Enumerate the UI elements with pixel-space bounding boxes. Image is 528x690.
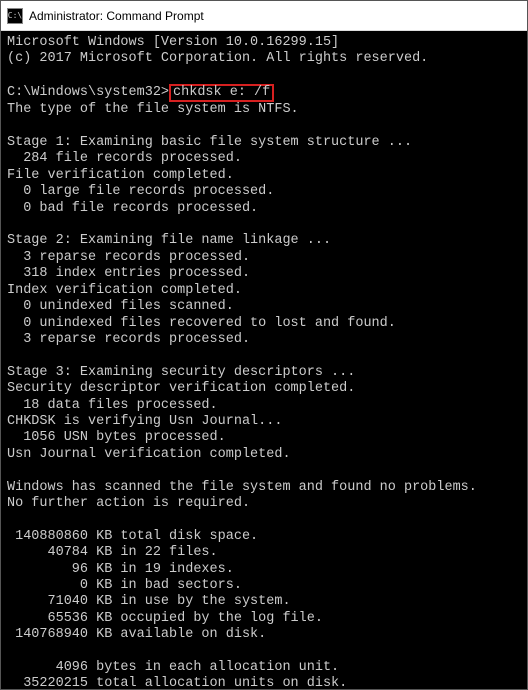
stage-title: Stage 1: Examining basic file system str… <box>7 135 412 150</box>
output-line: 0 large file records processed. <box>7 184 274 199</box>
output-line: No further action is required. <box>7 496 250 511</box>
disk-stat: 0 KB in bad sectors. <box>7 578 242 593</box>
console-output[interactable]: Microsoft Windows [Version 10.0.16299.15… <box>1 31 527 689</box>
output-line: 0 bad file records processed. <box>7 201 258 216</box>
output-line: 3 reparse records processed. <box>7 332 250 347</box>
alloc-stat: 4096 bytes in each allocation unit. <box>7 660 339 675</box>
output-line: 1056 USN bytes processed. <box>7 430 226 445</box>
alloc-stat: 35220215 total allocation units on disk. <box>7 676 347 689</box>
header-line: Microsoft Windows [Version 10.0.16299.15… <box>7 35 339 50</box>
stage-title: Stage 2: Examining file name linkage ... <box>7 233 331 248</box>
output-line: Index verification completed. <box>7 283 242 298</box>
output-line: Windows has scanned the file system and … <box>7 480 477 495</box>
prompt: C:\Windows\system32> <box>7 85 169 100</box>
output-line: Usn Journal verification completed. <box>7 447 291 462</box>
output-line: CHKDSK is verifying Usn Journal... <box>7 414 282 429</box>
header-line: (c) 2017 Microsoft Corporation. All righ… <box>7 51 428 66</box>
output-line: File verification completed. <box>7 168 234 183</box>
disk-stat: 71040 KB in use by the system. <box>7 594 291 609</box>
highlighted-command: chkdsk e: /f <box>169 84 274 102</box>
window-title: Administrator: Command Prompt <box>29 9 204 23</box>
disk-stat: 65536 KB occupied by the log file. <box>7 611 323 626</box>
output-line: 0 unindexed files scanned. <box>7 299 234 314</box>
output-line: Security descriptor verification complet… <box>7 381 355 396</box>
output-line: 18 data files processed. <box>7 398 218 413</box>
output-line: The type of the file system is NTFS. <box>7 102 299 117</box>
disk-stat: 140768940 KB available on disk. <box>7 627 266 642</box>
output-line: 284 file records processed. <box>7 151 242 166</box>
output-line: 0 unindexed files recovered to lost and … <box>7 316 396 331</box>
output-line: 3 reparse records processed. <box>7 250 250 265</box>
disk-stat: 140880860 KB total disk space. <box>7 529 258 544</box>
stage-title: Stage 3: Examining security descriptors … <box>7 365 355 380</box>
titlebar[interactable]: C:\ Administrator: Command Prompt <box>1 1 527 31</box>
cmd-icon: C:\ <box>7 8 23 24</box>
disk-stat: 40784 KB in 22 files. <box>7 545 218 560</box>
output-line: 318 index entries processed. <box>7 266 250 281</box>
disk-stat: 96 KB in 19 indexes. <box>7 562 234 577</box>
command-prompt-window: C:\ Administrator: Command Prompt Micros… <box>0 0 528 690</box>
